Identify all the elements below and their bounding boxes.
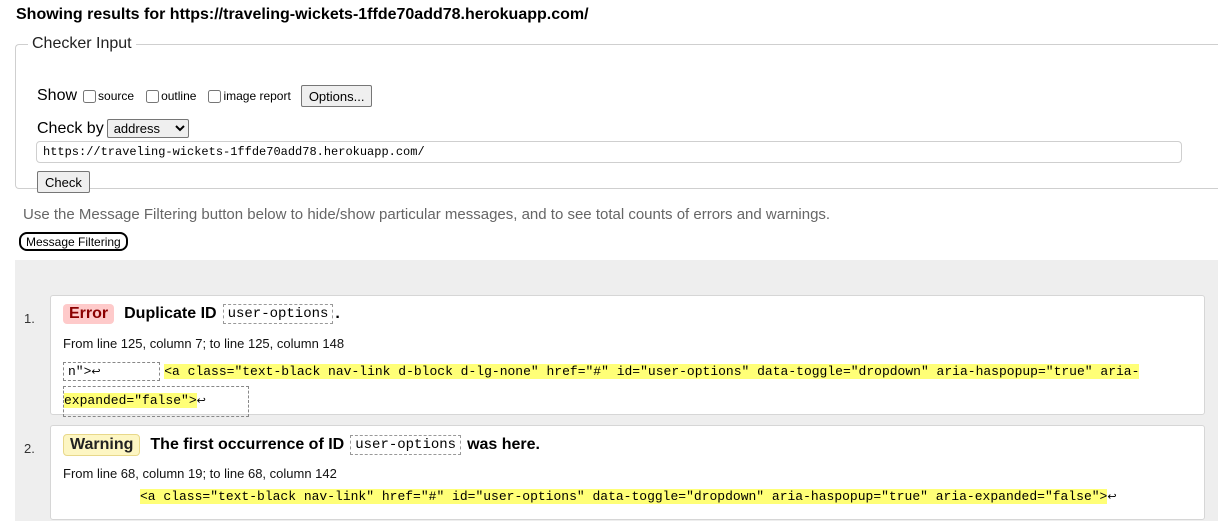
options-button[interactable]: Options... — [300, 85, 373, 107]
outline-checkbox-wrap[interactable]: outline — [146, 89, 196, 103]
filter-hint-text: Use the Message Filtering button below t… — [23, 206, 831, 223]
message-title: Error Duplicate ID user-options . — [63, 304, 340, 324]
show-options-row: Show source outline image report Options… — [37, 85, 373, 107]
check-by-label: Check by — [37, 119, 104, 137]
message-text: The first occurrence of ID — [150, 436, 345, 453]
outline-checkbox[interactable] — [146, 89, 160, 103]
results-panel: 1. Error Duplicate ID user-options . Fro… — [15, 260, 1218, 521]
outline-checkbox-label: outline — [161, 89, 197, 103]
image-report-checkbox[interactable] — [208, 89, 222, 103]
first-occurrence-id-code: user-options — [350, 435, 462, 455]
source-extract: n">↩ <a class="text-black nav-link d-blo… — [63, 359, 1140, 417]
return-arrow-icon: ↩ — [196, 396, 206, 408]
extract-lead: n"> — [68, 364, 92, 379]
source-checkbox[interactable] — [83, 89, 97, 103]
message-text-end: . — [335, 305, 340, 322]
image-report-checkbox-wrap[interactable]: image report — [208, 89, 291, 103]
source-checkbox-label: source — [98, 89, 135, 103]
return-arrow-icon: ↩ — [1107, 492, 1117, 504]
warning-badge: Warning — [63, 434, 141, 456]
check-button[interactable]: Check — [37, 171, 90, 193]
error-badge: Error — [63, 304, 115, 324]
message-number: 1. — [24, 311, 35, 326]
message-text: Duplicate ID — [124, 305, 217, 322]
source-extract: <a class="text-black nav-link" href="#" … — [140, 489, 1117, 504]
duplicate-id-code: user-options — [222, 304, 334, 324]
message-title: Warning The first occurrence of ID user-… — [63, 434, 540, 456]
extract-highlight-line2: expanded="false"> — [64, 393, 197, 408]
page-title: Showing results for https://traveling-wi… — [16, 6, 589, 23]
show-label: Show — [37, 87, 78, 104]
checker-input-legend: Checker Input — [32, 35, 132, 52]
message-item-warning: 2. Warning The first occurrence of ID us… — [24, 425, 1205, 520]
check-by-select[interactable]: address — [106, 119, 189, 138]
extract-highlight-line1: <a class="text-black nav-link" href="#" … — [140, 489, 1108, 504]
extract-tail-box: expanded="false">↩ — [63, 386, 249, 417]
message-location: From line 125, column 7; to line 125, co… — [63, 336, 345, 351]
source-checkbox-wrap[interactable]: source — [83, 89, 134, 103]
return-arrow-icon: ↩ — [91, 367, 101, 379]
check-by-row: Check by address — [37, 119, 189, 138]
extract-highlight-line1: <a class="text-black nav-link d-block d-… — [164, 364, 1140, 379]
extract-lead-box: n">↩ — [63, 362, 161, 381]
message-item-error: 1. Error Duplicate ID user-options . Fro… — [24, 295, 1205, 417]
message-filtering-button[interactable]: Message Filtering — [19, 232, 128, 251]
checker-input-panel: Checker Input Show source outline image … — [15, 35, 1218, 193]
message-location: From line 68, column 19; to line 68, col… — [63, 466, 337, 481]
message-number: 2. — [24, 441, 35, 456]
image-report-checkbox-label: image report — [223, 89, 291, 103]
url-input[interactable] — [36, 141, 1182, 163]
message-text-end: was here. — [467, 436, 540, 453]
